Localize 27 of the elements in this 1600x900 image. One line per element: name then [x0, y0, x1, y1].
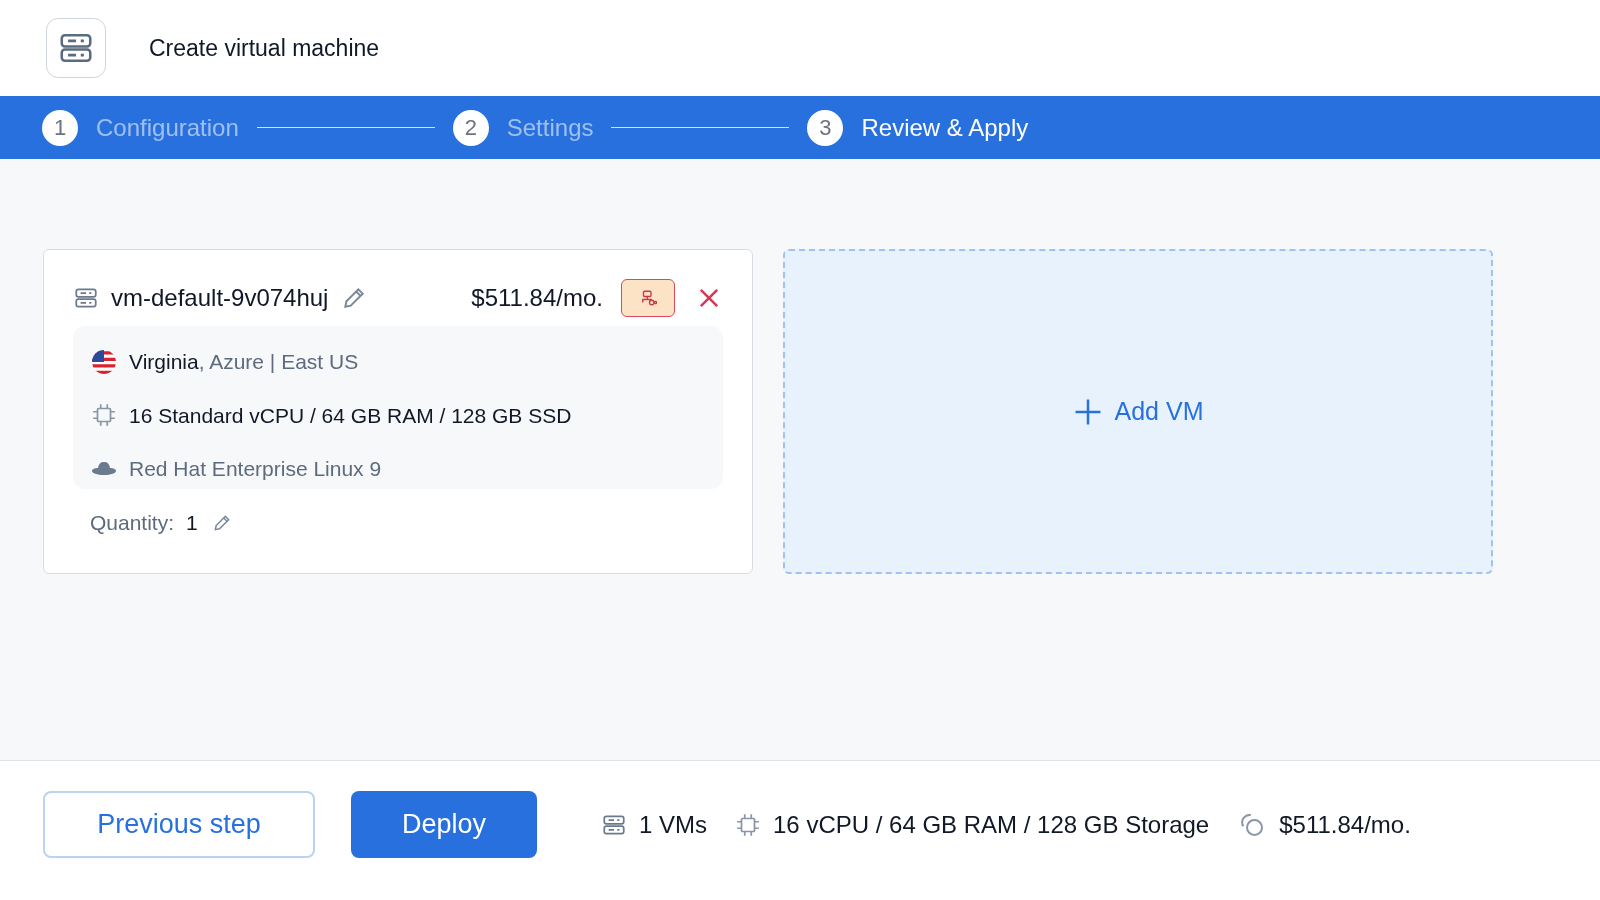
step-number: 3 [807, 109, 844, 146]
quantity-label: Quantity: [90, 510, 175, 536]
step-tab[interactable]: 1 Configuration [42, 109, 239, 146]
location-text: Virginia, Azure | East US [129, 349, 359, 375]
step-tab[interactable]: 2 Settings [452, 109, 594, 146]
step-number: 1 [42, 109, 78, 146]
pencil-icon[interactable] [211, 512, 232, 533]
flag-icon [91, 348, 117, 375]
quantity-value: 1 [186, 510, 198, 536]
step-tab[interactable]: 3 Review & Apply [807, 109, 1029, 146]
step-number: 2 [452, 109, 489, 146]
resources-summary: 16 vCPU / 64 GB RAM / 128 GB Storage [773, 809, 1210, 840]
network-icon [639, 289, 657, 307]
add-vm-button[interactable]: Add VM [783, 249, 1493, 574]
os-text: Red Hat Enterprise Linux 9 [129, 456, 382, 482]
page-title: Create virtual machine [149, 33, 380, 63]
total-price: $511.84/mo. [1279, 809, 1411, 840]
previous-step-button[interactable]: Previous step [43, 791, 315, 858]
specs-text: 16 Standard vCPU / 64 GB RAM / 128 GB SSD [129, 402, 572, 429]
network-button[interactable] [621, 279, 675, 317]
deploy-button[interactable]: Deploy [351, 791, 537, 858]
vm-price: $511.84/mo. [471, 283, 603, 313]
vm-name: vm-default-9v074huj [111, 283, 329, 313]
vm-count: 1 VMs [639, 809, 707, 840]
chip-icon [91, 402, 117, 429]
chip-icon [735, 811, 761, 838]
server-icon [73, 285, 99, 311]
